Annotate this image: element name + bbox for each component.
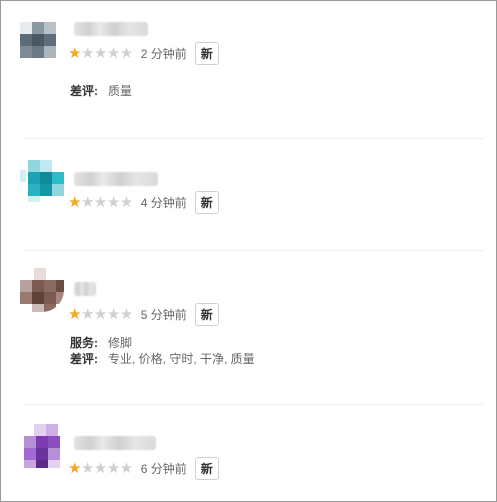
avatar[interactable] [20,268,64,312]
detail-label: 服务: [70,336,98,350]
reviewer-name-blurred [74,22,148,36]
rating-row: ★★★★★ 4 分钟前 新 [68,190,219,214]
star-rating: ★★★★★ [68,193,133,211]
star-rating: ★★★★★ [68,459,133,477]
new-badge: 新 [194,456,219,480]
divider [24,138,484,139]
detail-label: 差评: [70,352,98,366]
review-time: 4 分钟前 [140,195,187,210]
avatar[interactable] [20,424,64,468]
review-detail: 差评: 专业, 价格, 守时, 干净, 质量 [70,350,255,367]
star-rating: ★★★★★ [68,44,133,62]
review-time: 2 分钟前 [140,46,187,61]
detail-value: 修脚 [108,336,133,350]
detail-value: 专业, 价格, 守时, 干净, 质量 [108,352,255,366]
avatar[interactable] [20,158,64,202]
detail-value: 质量 [108,84,133,98]
detail-label: 差评: [70,84,98,98]
new-badge: 新 [194,41,219,65]
new-badge: 新 [194,302,219,326]
star-rating: ★★★★★ [68,305,133,323]
avatar[interactable] [20,18,64,62]
reviewer-name-blurred [74,172,158,186]
divider [24,250,484,251]
reviewer-name-blurred [74,282,96,296]
review-detail: 差评: 质量 [70,82,132,99]
rating-row: ★★★★★ 6 分钟前 新 [68,456,219,480]
review-time: 6 分钟前 [140,461,187,476]
review-list-panel [0,0,497,502]
reviewer-name-blurred [74,436,156,450]
new-badge: 新 [194,190,219,214]
divider [24,404,484,405]
rating-row: ★★★★★ 5 分钟前 新 [68,302,219,326]
review-time: 5 分钟前 [140,307,187,322]
review-detail: 服务: 修脚 [70,334,132,351]
rating-row: ★★★★★ 2 分钟前 新 [68,41,219,65]
